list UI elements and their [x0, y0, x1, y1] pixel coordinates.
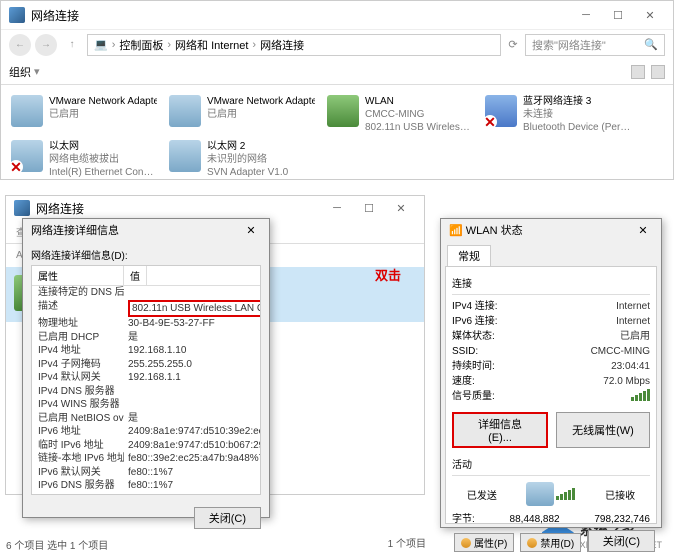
dialog-titlebar: 📶 WLAN 状态 ✕ — [441, 219, 661, 241]
network-connections-window: 网络连接 ─ ☐ ✕ ← → ↑ 💻 › 控制面板 › 网络和 Internet… — [0, 0, 674, 180]
adapter-icon — [11, 95, 43, 127]
window-title: 网络连接 — [31, 7, 571, 24]
signal-bars-icon — [631, 389, 650, 401]
bytes-received: 798,232,746 — [594, 512, 650, 527]
property-row[interactable]: IPv6 DNS 服务器fe80::1%7 — [32, 479, 260, 493]
status-row: 媒体状态:已启用 — [452, 329, 650, 344]
status-row: 信号质量: — [452, 389, 650, 406]
adapter-icon — [11, 140, 43, 172]
adapter-item[interactable]: 蓝牙网络连接 3 未连接 Bluetooth Device (Personal … — [483, 93, 633, 136]
window-icon — [9, 7, 25, 23]
toolbar: 组织 ▾ — [1, 59, 673, 85]
pc-icon: 💻 — [94, 38, 108, 51]
status-row: 速度:72.0 Mbps — [452, 374, 650, 389]
breadcrumb[interactable]: 💻 › 控制面板 › 网络和 Internet › 网络连接 — [87, 34, 501, 56]
wifi-icon: 📶 — [449, 224, 463, 237]
shield-icon — [527, 538, 537, 548]
refresh-button[interactable]: ⟳ — [505, 38, 521, 51]
status-row: SSID:CMCC-MING — [452, 344, 650, 359]
property-row[interactable]: IPv4 WINS 服务器 — [32, 398, 260, 412]
details-button[interactable]: 详细信息(E)... — [452, 412, 548, 448]
adapter-item[interactable]: WLAN CMCC-MING 802.11n USB Wireless LAN … — [325, 93, 475, 136]
tab-general[interactable]: 常规 — [447, 245, 491, 266]
adapter-item[interactable]: 以太网 网络电缆被拔出 Intel(R) Ethernet Connection… — [9, 138, 159, 181]
section-activity: 活动 — [452, 456, 650, 471]
search-input[interactable]: 搜索"网络连接" 🔍 — [525, 34, 665, 56]
adapter-item[interactable]: VMware Network Adapter VMnet8 已启用 — [167, 93, 317, 136]
connection-details-dialog: 网络连接详细信息 ✕ 网络连接详细信息(D): 属性 值 连接特定的 DNS 后… — [22, 218, 270, 518]
adapter-icon — [169, 95, 201, 127]
close-button[interactable]: 关闭(C) — [194, 507, 261, 529]
adapter-item[interactable]: VMware Network Adapter VMnet1 已启用 — [9, 93, 159, 136]
shield-icon — [461, 538, 471, 548]
property-row[interactable]: IPv4 DNS 服务器 — [32, 385, 260, 399]
col-value: 值 — [124, 266, 147, 285]
wireless-props-button[interactable]: 无线属性(W) — [556, 412, 650, 448]
maximize-button[interactable]: ☐ — [354, 198, 384, 218]
properties-button[interactable]: 属性(P) — [454, 533, 514, 552]
property-row[interactable]: IPv6 地址2409:8a1e:9747:d510:39e2:ec25:a47… — [32, 425, 260, 439]
forward-button[interactable]: → — [35, 34, 57, 56]
close-button[interactable]: ✕ — [635, 5, 665, 25]
window-title: 网络连接 — [36, 200, 322, 217]
maximize-button[interactable]: ☐ — [603, 5, 633, 25]
statusbar-bg: 1 个项目 — [388, 535, 426, 550]
property-row[interactable]: 描述802.11n USB Wireless LAN Card — [32, 300, 260, 318]
property-row[interactable]: IPv4 地址192.168.1.10 — [32, 344, 260, 358]
section-connection: 连接 — [452, 275, 650, 290]
signal-icon — [556, 488, 575, 500]
monitor-icon — [526, 482, 554, 506]
property-row[interactable]: 物理地址30-B4-9E-53-27-FF — [32, 317, 260, 331]
property-row[interactable]: 已启用 DHCP是 — [32, 331, 260, 345]
nav-bar: ← → ↑ 💻 › 控制面板 › 网络和 Internet › 网络连接 ⟳ 搜… — [1, 29, 673, 59]
adapter-icon — [327, 95, 359, 127]
adapter-list: VMware Network Adapter VMnet1 已启用 VMware… — [1, 85, 673, 189]
close-button[interactable]: 关闭(C) — [588, 530, 655, 552]
activity-graphic: 已发送 已接收 — [452, 482, 650, 506]
property-row[interactable]: fe80::1%7 — [32, 493, 260, 496]
adapter-icon — [485, 95, 517, 127]
property-row[interactable]: 临时 IPv6 地址2409:8a1e:9747:d510:b067:29d7:… — [32, 439, 260, 453]
property-row[interactable]: IPv4 默认网关192.168.1.1 — [32, 371, 260, 385]
minimize-button[interactable]: ─ — [322, 198, 352, 218]
property-row[interactable]: IPv4 子网掩码255.255.255.0 — [32, 358, 260, 372]
property-row[interactable]: 已启用 NetBIOS over T...是 — [32, 412, 260, 426]
organize-menu[interactable]: 组织 ▾ — [9, 64, 40, 80]
adapter-item[interactable]: 以太网 2 未识别的网络 SVN Adapter V1.0 — [167, 138, 317, 181]
bytes-sent: 88,448,882 — [510, 512, 560, 527]
help-button[interactable] — [651, 65, 665, 79]
minimize-button[interactable]: ─ — [571, 5, 601, 25]
up-button[interactable]: ↑ — [61, 34, 83, 56]
properties-table: 属性 值 连接特定的 DNS 后缀描述802.11n USB Wireless … — [31, 265, 261, 495]
details-label: 网络连接详细信息(D): — [31, 247, 261, 262]
property-row[interactable]: 连接特定的 DNS 后缀 — [32, 286, 260, 300]
back-button[interactable]: ← — [9, 34, 31, 56]
status-row: IPv4 连接:Internet — [452, 299, 650, 314]
search-icon: 🔍 — [644, 38, 658, 51]
annotation-doubleclick: 双击 — [375, 265, 401, 284]
close-button[interactable]: ✕ — [633, 224, 653, 237]
status-row: 持续时间:23:04:41 — [452, 359, 650, 374]
dialog-titlebar: 网络连接详细信息 ✕ — [23, 219, 269, 241]
wlan-status-dialog: 📶 WLAN 状态 ✕ 常规 连接 IPv4 连接:InternetIPv6 连… — [440, 218, 662, 528]
close-button[interactable]: ✕ — [386, 198, 416, 218]
property-row[interactable]: 链接-本地 IPv6 地址fe80::39e2:ec25:a47b:9a48%7 — [32, 452, 260, 466]
status-row: IPv6 连接:Internet — [452, 314, 650, 329]
disable-button[interactable]: 禁用(D) — [520, 533, 581, 552]
close-button[interactable]: ✕ — [241, 224, 261, 237]
view-button[interactable] — [631, 65, 645, 79]
titlebar: 网络连接 ─ ☐ ✕ — [1, 1, 673, 29]
adapter-icon — [169, 140, 201, 172]
statusbar-main: 6 个项目 选中 1 个项目 — [6, 537, 108, 552]
property-row[interactable]: IPv6 默认网关fe80::1%7 — [32, 466, 260, 480]
window-icon — [14, 200, 30, 216]
titlebar: 网络连接 ─ ☐ ✕ — [6, 196, 424, 220]
col-property: 属性 — [32, 266, 124, 285]
